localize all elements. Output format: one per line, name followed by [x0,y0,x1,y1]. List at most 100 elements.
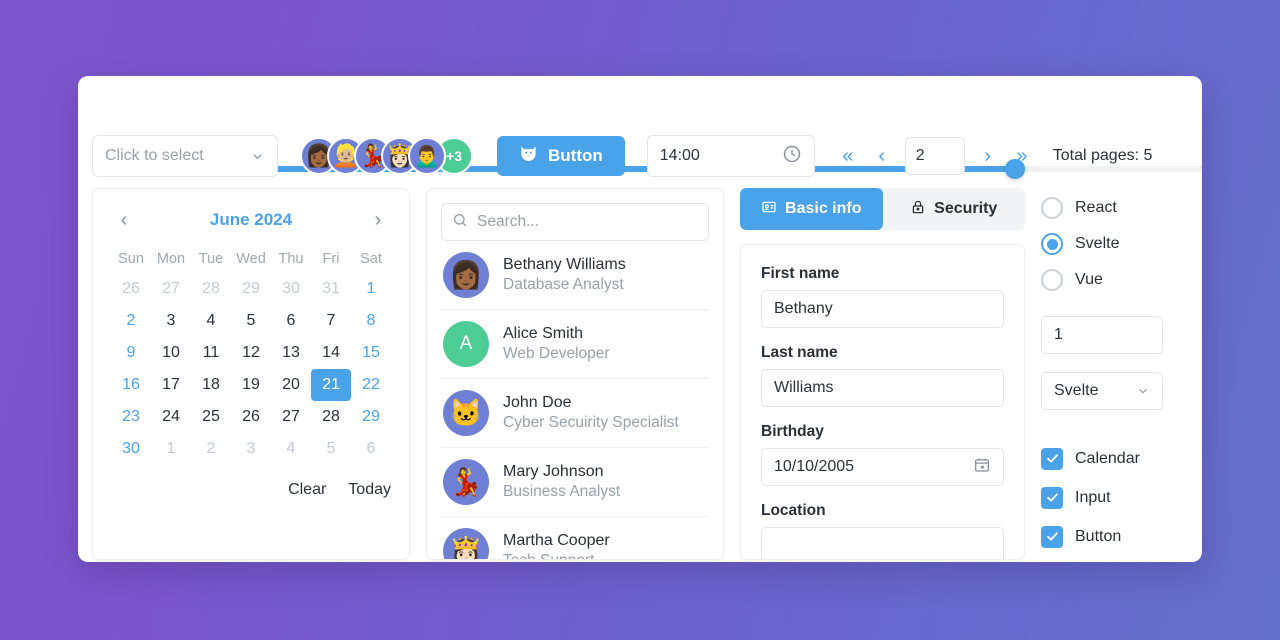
calendar-day[interactable]: 24 [151,401,191,433]
calendar-day[interactable]: 31 [311,273,351,305]
search-input[interactable]: Search... [441,203,709,241]
framework-select[interactable]: Svelte [1041,372,1163,410]
field-input-first-name[interactable]: Bethany [761,290,1004,328]
calendar-day[interactable]: 26 [111,273,151,305]
calendar-day[interactable]: 28 [311,401,351,433]
calendar-day[interactable]: 7 [311,305,351,337]
checkbox-indicator[interactable] [1041,525,1063,548]
calendar-day[interactable]: 29 [231,273,271,305]
pager-page-input[interactable] [904,137,965,175]
avatar-group[interactable]: 👩🏾 👱🏼 💃 👸🏻 🙍‍♂️ +3 [300,137,473,175]
calendar-day[interactable]: 22 [351,369,391,401]
radio-svelte[interactable]: Svelte [1041,226,1191,262]
radio-indicator[interactable] [1041,269,1063,291]
calendar-day[interactable]: 3 [231,433,271,465]
contact-list-item[interactable]: 🐱 John Doe Cyber Secuirity Specialist [441,379,709,448]
avatar-5[interactable]: 🙍‍♂️ [408,137,446,175]
contacts-panel: Search... 👩🏾 Bethany Williams Database Ana… [426,188,724,560]
calendar-day[interactable]: 18 [191,369,231,401]
tab-security[interactable]: Security [883,188,1026,230]
calendar-day[interactable]: 4 [271,433,311,465]
calendar-day[interactable]: 9 [111,337,151,369]
calendar-day[interactable]: 16 [111,369,151,401]
calendar-day[interactable]: 1 [151,433,191,465]
avatar: 🐱 [443,390,489,436]
calendar-prev-month-button[interactable]: ‹ [111,209,137,232]
field-input-birthday[interactable]: 10/10/2005 [761,448,1004,486]
calendar-day[interactable]: 14 [311,337,351,369]
time-input[interactable]: 14:00 [646,135,815,177]
calendar-day[interactable]: 15 [351,337,391,369]
calendar-day[interactable]: 11 [191,337,231,369]
calendar-day[interactable]: 27 [151,273,191,305]
checkbox-indicator[interactable] [1041,486,1063,509]
id-card-icon [761,199,777,220]
calendar-day[interactable]: 29 [351,401,391,433]
pager-last-button[interactable]: » [1005,139,1039,173]
calendar-day[interactable]: 25 [191,401,231,433]
radio-label: Svelte [1075,235,1120,252]
calendar-day[interactable]: 10 [151,337,191,369]
calendar-day-selected[interactable]: 21 [311,369,351,401]
calendar-day[interactable]: 19 [231,369,271,401]
radio-react[interactable]: React [1041,190,1191,226]
calendar-day[interactable]: 17 [151,369,191,401]
calendar-day[interactable]: 23 [111,401,151,433]
calendar-icon[interactable] [973,456,991,479]
contact-name: Martha Cooper [503,531,610,549]
calendar-day[interactable]: 6 [271,305,311,337]
framework-radio-group: React Svelte Vue [1041,190,1191,298]
calendar-panel: ‹ June 2024 › Sun Mon Tue Wed Thu Fri Sat 26 27 2… [92,188,410,560]
field-input-last-name[interactable]: Williams [761,369,1004,407]
field-input-location[interactable] [761,527,1004,559]
search-icon [452,212,468,233]
calendar-day[interactable]: 27 [271,401,311,433]
pager-first-button[interactable]: « [831,139,865,173]
radio-indicator[interactable] [1041,197,1063,219]
contact-list-item[interactable]: 💃 Mary Johnson Business Analyst [441,448,709,517]
radio-indicator[interactable] [1041,233,1063,255]
field-value: Bethany [774,300,833,317]
calendar-today-button[interactable]: Today [348,481,391,499]
calendar-day[interactable]: 1 [351,273,391,305]
contact-list-item[interactable]: 👸🏻 Martha Cooper Tech Support [441,517,709,559]
pager-next-button[interactable]: › [971,139,1005,173]
contact-list-item[interactable]: 👩🏾 Bethany Williams Database Analyst [441,241,709,310]
calendar-day[interactable]: 5 [231,305,271,337]
click-to-select-dropdown[interactable]: Click to select [92,135,278,177]
calendar-day[interactable]: 30 [271,273,311,305]
calendar-day[interactable]: 2 [111,305,151,337]
calendar-day[interactable]: 28 [191,273,231,305]
calendar-next-month-button[interactable]: › [365,209,391,232]
calendar-clear-button[interactable]: Clear [288,481,326,499]
radio-vue[interactable]: Vue [1041,262,1191,298]
calendar-day[interactable]: 30 [111,433,151,465]
tab-label: Security [934,200,998,217]
calendar-weekday-mon: Mon [156,251,186,267]
calendar-day[interactable]: 6 [351,433,391,465]
calendar-header: ‹ June 2024 › [111,203,391,237]
primary-button[interactable]: Button [497,136,625,176]
contact-list-item[interactable]: A Alice Smith Web Developer [441,310,709,379]
calendar-day[interactable]: 2 [191,433,231,465]
avatar: 💃 [443,459,489,505]
calendar-day[interactable]: 8 [351,305,391,337]
calendar-day[interactable]: 3 [151,305,191,337]
calendar-day[interactable]: 12 [231,337,271,369]
checkbox-input[interactable]: Input [1041,478,1191,517]
calendar-day[interactable]: 26 [231,401,271,433]
tab-basic-info[interactable]: Basic info [740,188,883,230]
checkbox-button[interactable]: Button [1041,517,1191,556]
pager-prev-button[interactable]: ‹ [865,139,899,173]
field-label-last-name: Last name [761,344,838,361]
form-panel: First name Bethany Last name Williams Birthd… [740,244,1025,560]
checkbox-indicator[interactable] [1041,447,1063,470]
number-input[interactable]: 1 [1041,316,1163,354]
calendar-title[interactable]: June 2024 [137,210,365,230]
checkbox-calendar[interactable]: Calendar [1041,439,1191,478]
calendar-day[interactable]: 5 [311,433,351,465]
calendar-day[interactable]: 13 [271,337,311,369]
calendar-day[interactable]: 20 [271,369,311,401]
calendar-day[interactable]: 4 [191,305,231,337]
clock-icon[interactable] [782,144,802,169]
